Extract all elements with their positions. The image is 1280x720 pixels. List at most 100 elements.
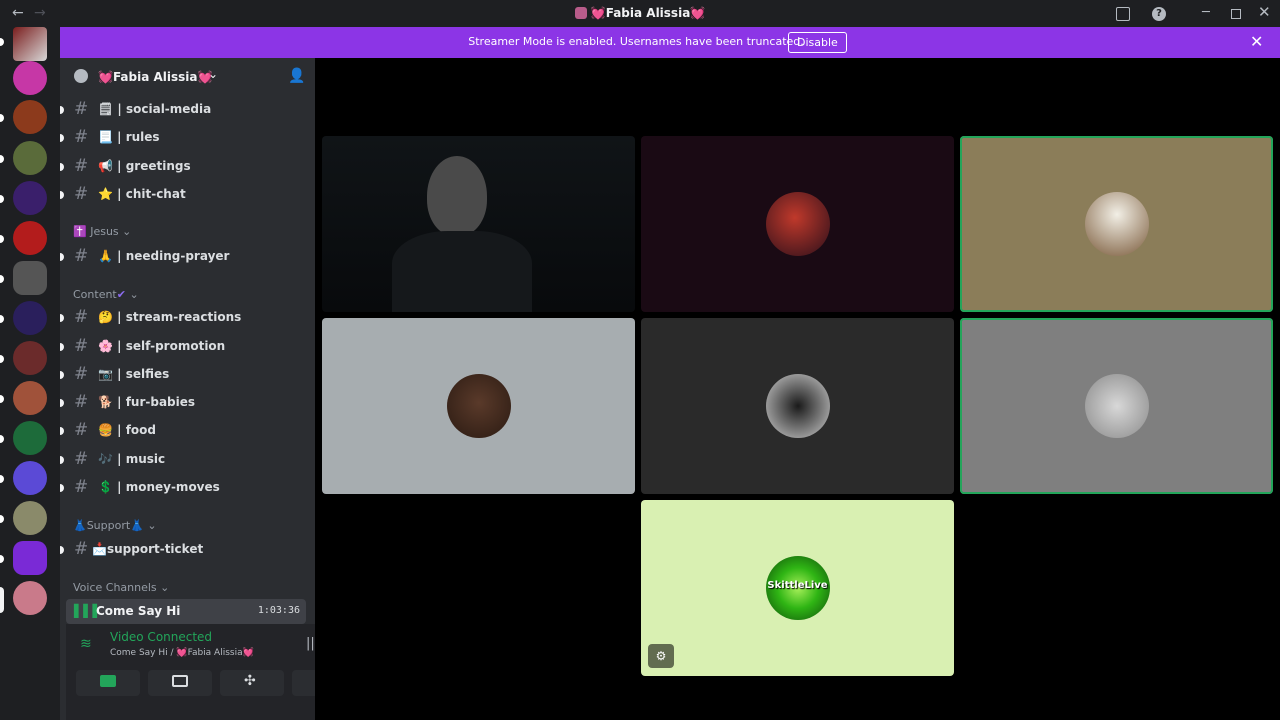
- server-icon[interactable]: [13, 341, 47, 375]
- server-header[interactable]: 💓Fabia Alissia💓 ⌄ 👤: [60, 58, 315, 98]
- channel-label: 🐕 | fur-babies: [98, 395, 195, 409]
- server-icon[interactable]: [13, 501, 47, 535]
- help-icon[interactable]: ?: [1152, 7, 1166, 21]
- unread-indicator: [0, 475, 4, 483]
- channel-selfies[interactable]: # 📷 | selfies: [60, 363, 310, 387]
- channel-label: 📩support-ticket: [92, 542, 203, 556]
- channel-emoji: 🤔: [98, 310, 113, 324]
- category-voice-channels[interactable]: Voice Channels ⌄: [73, 581, 169, 594]
- channel-name: | food: [117, 423, 156, 437]
- channel-sidebar: 💓Fabia Alissia💓 ⌄ 👤 # 🗒 | social-media # 📃…: [60, 58, 368, 720]
- category-support[interactable]: 👗Support👗 ⌄: [73, 519, 157, 532]
- category-label: Jesus: [90, 225, 119, 238]
- maximize-icon[interactable]: [1231, 9, 1241, 19]
- channel-name: | social-media: [117, 102, 212, 116]
- server-icon[interactable]: [13, 141, 47, 175]
- server-icon[interactable]: [13, 61, 47, 95]
- camera-button[interactable]: [76, 670, 140, 696]
- video-tile-avatar[interactable]: [960, 136, 1273, 312]
- video-tile-avatar[interactable]: [641, 136, 954, 312]
- add-user-icon[interactable]: 👤: [288, 68, 305, 84]
- channel-name: | chit-chat: [117, 187, 186, 201]
- minimize-icon[interactable]: ─: [1202, 5, 1210, 20]
- signal-icon[interactable]: ≋: [80, 636, 92, 652]
- video-tile-skittlelive[interactable]: SkittleLive ⚙: [641, 500, 954, 676]
- voice-channel-come-say-hi[interactable]: ▌▌▌ Come Say Hi 1:03:36: [66, 599, 306, 624]
- hash-icon: #: [74, 449, 89, 469]
- unread-indicator: [60, 191, 64, 199]
- channel-emoji: 🗒: [98, 102, 114, 116]
- channel-fur-babies[interactable]: # 🐕 | fur-babies: [60, 391, 310, 415]
- channel-support-ticket[interactable]: # 📩support-ticket: [60, 538, 310, 562]
- category-jesus[interactable]: ✝️ Jesus ⌄: [73, 225, 131, 238]
- server-icon-s[interactable]: [13, 27, 47, 61]
- category-emoji: 👗: [73, 519, 87, 532]
- channel-emoji: 🐕: [98, 395, 113, 409]
- category-emoji: ✝️: [73, 225, 87, 238]
- avatar: [765, 192, 830, 256]
- category-content[interactable]: Content✔ ⌄: [73, 288, 139, 301]
- channel-food[interactable]: # 🍔 | food: [60, 419, 310, 443]
- activities-button[interactable]: ✣: [220, 670, 284, 696]
- avatar: [765, 374, 830, 438]
- server-icon[interactable]: [13, 421, 47, 455]
- server-icon[interactable]: [13, 221, 47, 255]
- chevron-down-icon: ⌄: [160, 581, 170, 594]
- disable-button[interactable]: Disable: [788, 32, 847, 53]
- unread-indicator: [60, 427, 64, 435]
- rtc-location[interactable]: Come Say Hi / 💓Fabia Alissia💓: [110, 648, 254, 658]
- unread-indicator: [0, 38, 4, 46]
- video-tile-avatar[interactable]: [960, 318, 1273, 494]
- camera-icon: [100, 675, 116, 687]
- screen-share-button[interactable]: [148, 670, 212, 696]
- hash-icon: #: [74, 539, 89, 559]
- unread-indicator: [0, 114, 4, 122]
- channel-social-media[interactable]: # 🗒 | social-media: [60, 98, 310, 122]
- video-tile-avatar[interactable]: [641, 318, 954, 494]
- server-icon[interactable]: [13, 181, 47, 215]
- channel-label: 🎶 | music: [98, 452, 165, 466]
- channel-emoji: 🎶: [98, 452, 113, 466]
- hash-icon: #: [74, 184, 89, 204]
- server-icon[interactable]: [13, 541, 47, 575]
- channel-self-promotion[interactable]: # 🌸 | self-promotion: [60, 335, 310, 359]
- channel-needing-prayer[interactable]: # 🙏 | needing-prayer: [60, 245, 310, 269]
- category-label: Support: [86, 519, 131, 532]
- inbox-icon[interactable]: [1116, 7, 1130, 21]
- channel-name: | greetings: [117, 159, 191, 173]
- unread-indicator: [60, 314, 64, 322]
- hash-icon: #: [74, 477, 89, 497]
- channel-emoji: 📩: [92, 542, 107, 556]
- channel-emoji: 🙏: [98, 249, 113, 263]
- server-icon[interactable]: [13, 581, 47, 615]
- hash-icon: #: [74, 246, 89, 266]
- close-icon[interactable]: ✕: [1250, 32, 1263, 51]
- unread-indicator: [60, 343, 64, 351]
- channel-greetings[interactable]: # 📢 | greetings: [60, 155, 310, 179]
- channel-money-moves[interactable]: # 💲 | money-moves: [60, 476, 310, 500]
- rtc-status[interactable]: Video Connected: [110, 630, 212, 644]
- avatar: SkittleLive: [765, 556, 830, 620]
- channel-music[interactable]: # 🎶 | music: [60, 448, 310, 472]
- mic-settings-icon[interactable]: ⚙: [648, 644, 674, 668]
- window-title: 💓Fabia Alissia💓: [0, 6, 1280, 20]
- video-tile-avatar[interactable]: [322, 318, 635, 494]
- server-icon[interactable]: [13, 100, 47, 134]
- server-icon[interactable]: [13, 461, 47, 495]
- unread-indicator: [60, 484, 64, 492]
- channel-stream-reactions[interactable]: # 🤔 | stream-reactions: [60, 306, 310, 330]
- channel-emoji: 📢: [98, 159, 113, 173]
- close-icon[interactable]: ✕: [1258, 3, 1271, 21]
- channel-name: | selfies: [117, 367, 170, 381]
- hash-icon: #: [74, 156, 89, 176]
- channel-emoji: ⭐: [98, 187, 113, 201]
- server-icon[interactable]: [13, 261, 47, 295]
- selected-indicator: [0, 587, 4, 613]
- channel-chit-chat[interactable]: # ⭐ | chit-chat: [60, 183, 310, 207]
- avatar: [446, 374, 511, 438]
- server-icon[interactable]: [13, 301, 47, 335]
- video-tile-camera[interactable]: [322, 136, 635, 312]
- channel-rules[interactable]: # 📃 | rules: [60, 126, 310, 150]
- channel-label: 📢 | greetings: [98, 159, 191, 173]
- server-icon[interactable]: [13, 381, 47, 415]
